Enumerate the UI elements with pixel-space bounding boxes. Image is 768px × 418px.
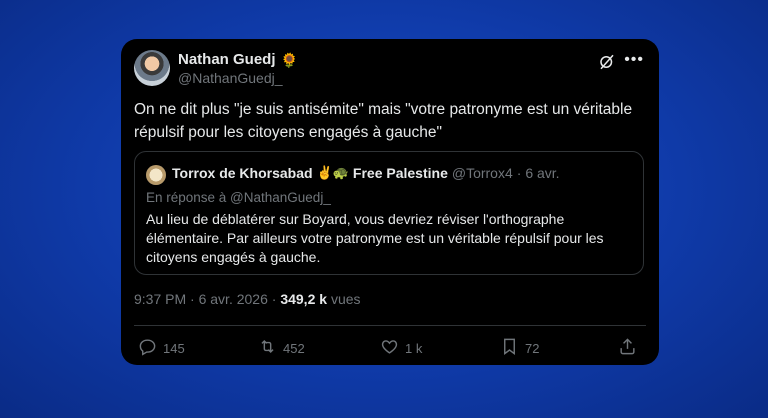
quote-date[interactable]: · 6 avr.	[517, 165, 560, 181]
views-label: vues	[330, 291, 361, 307]
share-button[interactable]	[618, 337, 637, 359]
author-display-name[interactable]: Nathan Guedj	[178, 51, 276, 68]
tweet-header: Nathan Guedj 🌻 @NathanGuedj_ •••	[134, 50, 646, 90]
reply-icon	[138, 337, 157, 359]
quote-header: Torrox de Khorsabad ✌️🐢 Free Palestine @…	[172, 165, 560, 181]
bookmark-icon	[500, 337, 519, 359]
quote-avatar[interactable]	[146, 165, 166, 185]
divider	[134, 325, 646, 326]
tweet-meta: 9:37 PM · 6 avr. 2026 · 349,2 k vues	[134, 291, 361, 307]
tweet-text: On ne dit plus "je suis antisémite" mais…	[134, 101, 633, 141]
quote-text: Au lieu de déblatérer sur Boyard, vous d…	[146, 211, 604, 265]
quote-author-name[interactable]: Torrox de Khorsabad	[172, 165, 313, 181]
more-icon[interactable]: •••	[624, 51, 644, 69]
quoted-tweet[interactable]: Torrox de Khorsabad ✌️🐢 Free Palestine @…	[134, 151, 644, 275]
author-name-row: Nathan Guedj 🌻	[178, 51, 298, 68]
reply-count: 145	[163, 340, 185, 356]
sunflower-emoji: 🌻	[280, 51, 298, 68]
bookmark-count: 72	[525, 340, 540, 356]
avatar[interactable]	[134, 50, 170, 86]
reply-button[interactable]: 145	[138, 337, 185, 359]
meta-separator: ·	[190, 291, 199, 307]
grok-icon[interactable]	[598, 53, 616, 71]
repost-count: 452	[283, 340, 305, 356]
author-handle[interactable]: @NathanGuedj_	[178, 70, 283, 86]
repost-icon	[258, 337, 277, 359]
bookmark-button[interactable]: 72	[500, 337, 539, 359]
repost-button[interactable]: 452	[258, 337, 305, 359]
tweet-date[interactable]: 6 avr. 2026	[199, 291, 268, 307]
share-icon	[618, 337, 637, 359]
like-count: 1 k	[405, 340, 423, 356]
quote-reply-to: En réponse à @NathanGuedj_	[146, 190, 331, 205]
quote-author-suffix[interactable]: Free Palestine	[353, 165, 448, 181]
tweet-time[interactable]: 9:37 PM	[134, 291, 186, 307]
quote-author-emoji: ✌️🐢	[316, 165, 349, 180]
quote-author-handle[interactable]: @Torrox4	[452, 165, 513, 181]
tweet-card[interactable]: Nathan Guedj 🌻 @NathanGuedj_ ••• On ne d…	[121, 39, 659, 365]
action-bar: 145 452 1 k 72	[134, 337, 646, 361]
like-icon	[380, 337, 399, 359]
like-button[interactable]: 1 k	[380, 337, 422, 359]
views-count: 349,2 k	[280, 291, 328, 307]
